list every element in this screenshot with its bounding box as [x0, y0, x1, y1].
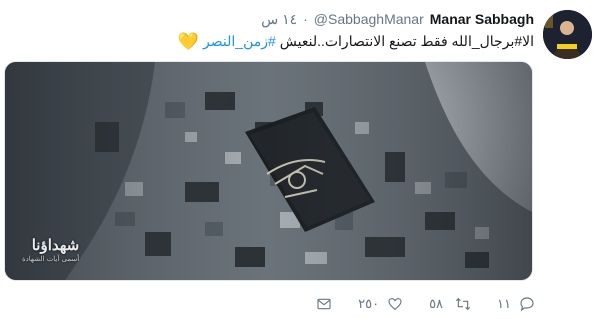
retweet-count: ٥٨	[429, 296, 444, 311]
tweet-text: الا#برجال_الله فقط تصنع الانتصارات..لنعي…	[178, 33, 534, 50]
tweet-body: الا#برجال_الله فقط تصنع الانتصارات..لنعي…	[279, 33, 534, 49]
dm-icon	[317, 298, 331, 310]
media-watermark: شهداؤنا أسمى آيات الشهادة	[22, 236, 79, 263]
user-handle[interactable]: @SabbaghManar	[314, 11, 424, 27]
watermark-subtitle: أسمى آيات الشهادة	[22, 255, 80, 263]
tweet-header: ١٤ س · @SabbaghManar Manar Sabbagh	[261, 10, 534, 28]
hashtag-link[interactable]: #زمن_النصر	[203, 33, 276, 50]
like-count: ٢٥٠	[358, 296, 380, 311]
retweet-icon	[455, 297, 471, 311]
tweet-card[interactable]: ١٤ س · @SabbaghManar Manar Sabbagh الا#ب…	[0, 0, 604, 319]
reply-count: ١١	[497, 296, 511, 311]
avatar[interactable]	[543, 10, 592, 59]
tweet-time[interactable]: ١٤ س	[261, 11, 297, 28]
like-button[interactable]: ٢٥٠	[358, 296, 403, 312]
separator-dot: ·	[303, 11, 308, 27]
direct-message-button[interactable]	[316, 296, 332, 312]
display-name[interactable]: Manar Sabbagh	[430, 11, 534, 27]
yellow-heart-icon: 💛	[177, 32, 200, 51]
watermark-title: شهداؤنا	[31, 236, 80, 254]
retweet-button[interactable]: ٥٨	[429, 296, 471, 312]
reply-button[interactable]: ١١	[497, 296, 535, 312]
reply-icon	[520, 297, 534, 312]
tweet-media-image[interactable]	[4, 61, 533, 281]
like-icon	[388, 298, 402, 311]
tweet-actions: ١١ ٥٨ ٢٥٠	[260, 293, 535, 315]
